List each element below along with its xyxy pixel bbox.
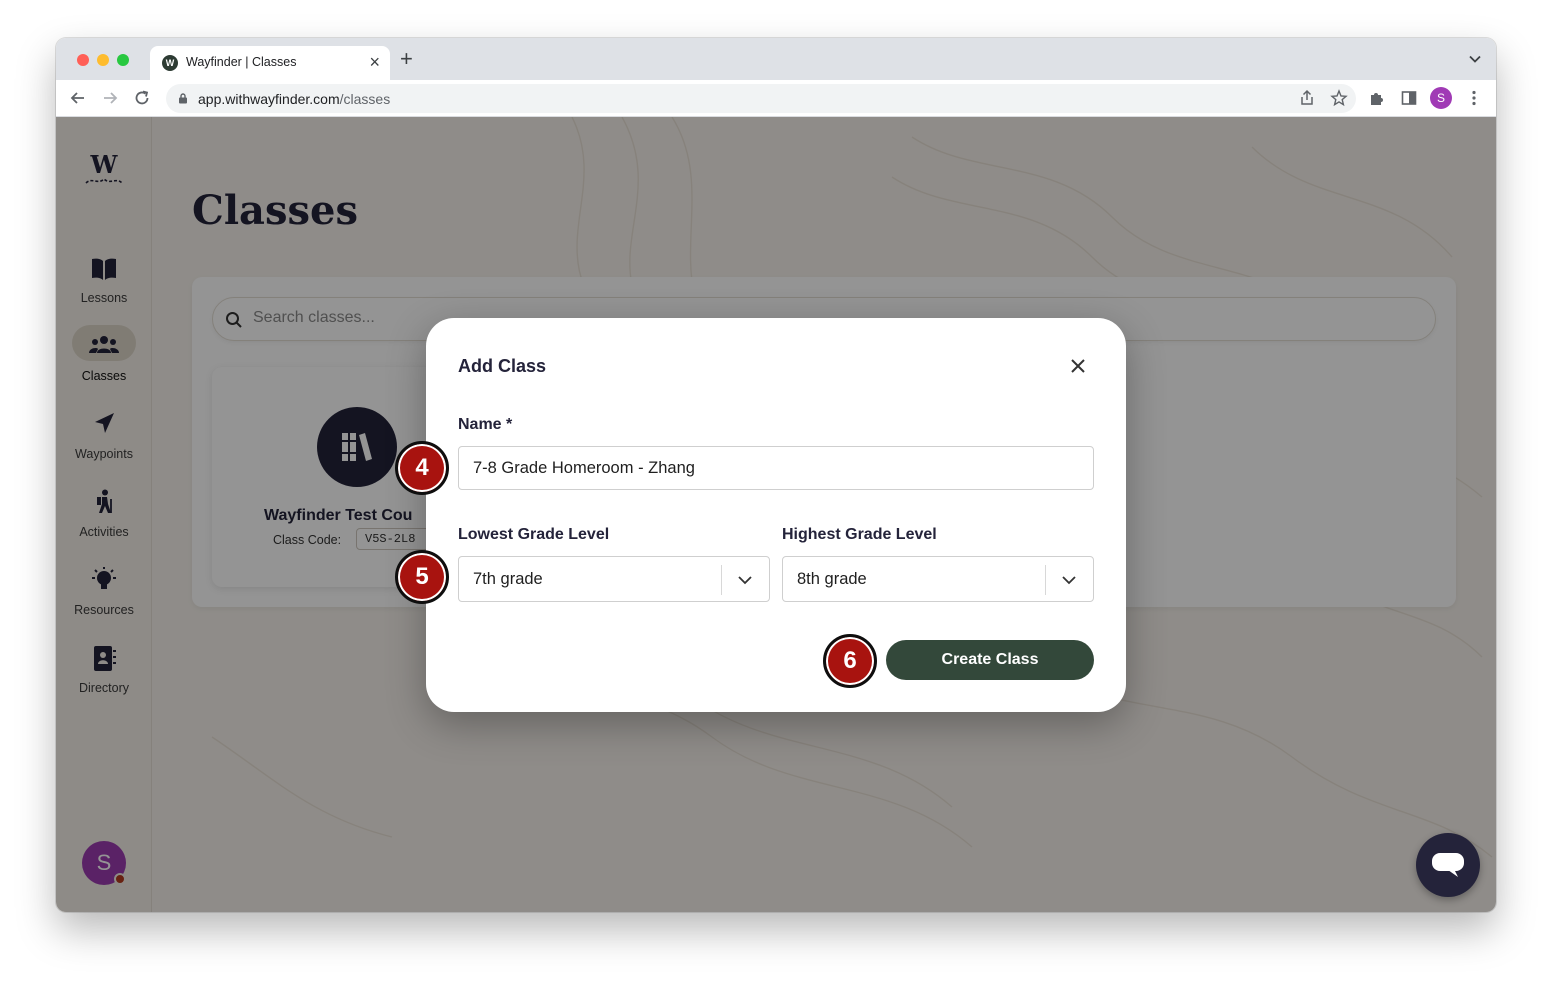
close-window-button[interactable]: [77, 54, 89, 66]
chevron-down-icon: [738, 576, 752, 585]
chat-bubble-icon: [1432, 853, 1464, 877]
bookmark-star-icon[interactable]: [1330, 89, 1348, 107]
favicon-icon: W: [162, 55, 178, 71]
tab-close-icon[interactable]: ×: [369, 52, 380, 73]
address-bar[interactable]: app.withwayfinder.com/classes: [166, 84, 1356, 113]
class-name-input[interactable]: [458, 446, 1094, 490]
tab-title: Wayfinder | Classes: [186, 55, 297, 69]
name-field-label: Name *: [458, 416, 513, 433]
browser-profile-avatar[interactable]: S: [1430, 87, 1452, 109]
step-badge-4: 4: [395, 441, 449, 495]
new-tab-icon[interactable]: +: [400, 48, 413, 70]
chat-launcher-button[interactable]: [1416, 833, 1480, 897]
step-badge-5: 5: [395, 550, 449, 604]
reload-icon[interactable]: [133, 89, 151, 107]
browser-tab[interactable]: W Wayfinder | Classes ×: [150, 46, 390, 80]
close-icon[interactable]: [1068, 356, 1088, 376]
maximize-window-button[interactable]: [117, 54, 129, 66]
extensions-puzzle-icon[interactable]: [1368, 89, 1386, 107]
share-icon[interactable]: [1298, 89, 1316, 107]
chevron-down-icon[interactable]: [1468, 52, 1482, 66]
more-vertical-icon[interactable]: [1465, 89, 1483, 107]
add-class-dialog: Add Class Name * Lowest Grade Level 7th …: [426, 318, 1126, 712]
tab-strip: W Wayfinder | Classes × +: [56, 38, 1496, 80]
minimize-window-button[interactable]: [97, 54, 109, 66]
lowest-grade-label: Lowest Grade Level: [458, 526, 610, 543]
highest-grade-label: Highest Grade Level: [782, 526, 937, 543]
forward-arrow-icon[interactable]: [101, 89, 119, 107]
back-arrow-icon[interactable]: [69, 89, 87, 107]
highest-grade-value: 8th grade: [797, 570, 867, 588]
lock-icon[interactable]: [178, 93, 188, 104]
step-badge-6: 6: [823, 634, 877, 688]
url-text: app.withwayfinder.com/classes: [198, 91, 391, 107]
lowest-grade-value: 7th grade: [473, 570, 543, 588]
dialog-title: Add Class: [458, 356, 547, 376]
side-panel-icon[interactable]: [1400, 89, 1418, 107]
browser-toolbar: app.withwayfinder.com/classes S: [56, 80, 1496, 117]
create-class-button[interactable]: Create Class: [886, 640, 1094, 680]
chevron-down-icon: [1062, 576, 1076, 585]
lowest-grade-select[interactable]: 7th grade: [458, 556, 770, 602]
highest-grade-select[interactable]: 8th grade: [782, 556, 1094, 602]
